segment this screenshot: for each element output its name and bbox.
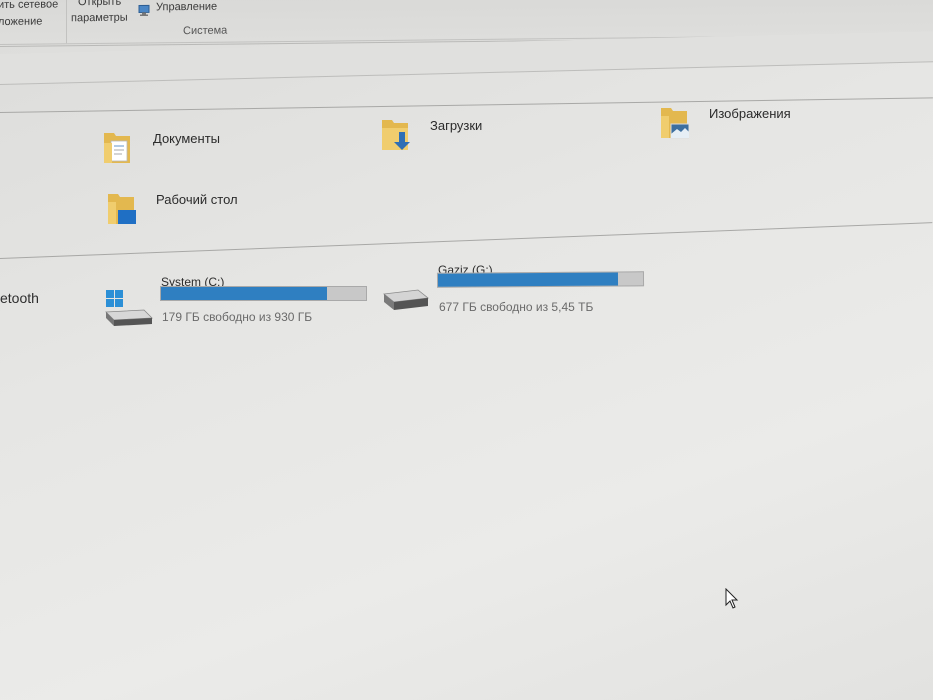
pictures-folder-icon — [661, 108, 689, 139]
folder-label: Рабочий стол — [156, 192, 238, 207]
explorer-window: ить сетевое ложение Открыть параметры Уп… — [0, 0, 933, 700]
folder-label: Изображения — [709, 106, 791, 121]
manage-button[interactable]: Управление — [156, 1, 217, 14]
network-location-button-line2[interactable]: ложение — [0, 16, 42, 28]
drive-gaziz-g[interactable]: Gaziz (G:) 677 ГБ свободно из 5,45 ТБ — [382, 260, 652, 320]
nav-item-bluetooth[interactable]: etooth — [0, 290, 39, 306]
network-location-button-line1[interactable]: ить сетевое — [0, 0, 58, 11]
system-drive-icon — [105, 290, 153, 326]
folder-downloads[interactable]: Загрузки — [378, 112, 538, 164]
folder-pictures[interactable]: Изображения — [657, 100, 827, 152]
ribbon-separator — [66, 0, 67, 44]
desktop-folder-icon — [108, 194, 136, 224]
open-settings-button-line1[interactable]: Открыть — [78, 0, 121, 8]
drive-free-space: 179 ГБ свободно из 930 ГБ — [162, 310, 313, 324]
downloads-folder-icon — [382, 120, 410, 150]
drive-usage-bar — [436, 271, 645, 288]
drive-free-space: 677 ГБ свободно из 5,45 ТБ — [439, 300, 594, 314]
drive-usage-fill — [161, 287, 328, 300]
folder-desktop[interactable]: Рабочий стол — [104, 186, 274, 238]
ribbon-group-label: Система — [183, 24, 228, 38]
drive-usage-bar — [160, 286, 367, 301]
drive-usage-fill — [437, 272, 619, 287]
documents-folder-icon — [104, 133, 130, 163]
hard-drive-icon — [383, 289, 429, 310]
drive-system-c[interactable]: System (C:) 179 ГБ свободно из 930 ГБ — [104, 272, 374, 332]
folder-documents[interactable]: Документы — [100, 125, 260, 177]
manage-icon — [138, 4, 150, 17]
folder-label: Загрузки — [430, 118, 483, 133]
mouse-cursor-icon — [725, 588, 739, 609]
folder-label: Документы — [153, 131, 221, 146]
open-settings-button-line2[interactable]: параметры — [71, 12, 128, 25]
